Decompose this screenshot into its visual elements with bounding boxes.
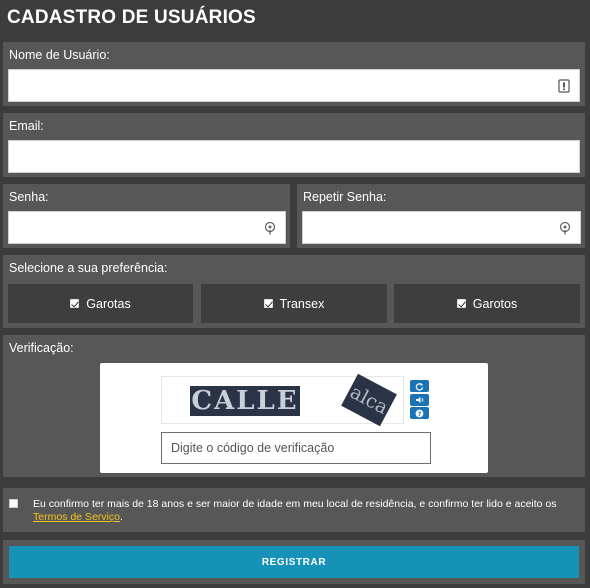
preference-option-label: Garotos (472, 296, 518, 311)
captcha-text: alca (341, 373, 397, 427)
agreement-checkbox[interactable] (9, 499, 18, 508)
verification-label: Verificação: (9, 341, 74, 355)
password-field[interactable] (8, 211, 286, 244)
username-label: Nome de Usuário: (9, 48, 110, 62)
captcha-image: CALLE alca (161, 373, 404, 427)
password-repeat-panel: Repetir Senha: (297, 184, 585, 248)
refresh-icon (415, 382, 424, 391)
captcha-text: CALLE (190, 386, 300, 416)
preference-option-garotos[interactable]: Garotos (394, 284, 580, 323)
captcha-field[interactable] (161, 432, 431, 464)
agreement-text: Eu confirmo ter mais de 18 anos e ser ma… (33, 498, 578, 524)
captcha-audio-button[interactable] (410, 394, 429, 406)
preference-option-label: Garotas (86, 296, 131, 311)
key-icon (559, 221, 571, 234)
agreement-panel: Eu confirmo ter mais de 18 anos e ser ma… (3, 488, 585, 532)
password-repeat-field[interactable] (302, 211, 581, 244)
register-panel: REGISTRAR (3, 540, 585, 584)
captcha-help-button[interactable]: ? (410, 407, 429, 419)
preference-option-transex[interactable]: Transex (201, 284, 387, 323)
captcha-input[interactable] (162, 433, 430, 463)
password-repeat-label: Repetir Senha: (303, 190, 387, 204)
svg-text:?: ? (418, 411, 422, 418)
page-title: CADASTRO DE USUÁRIOS (7, 7, 256, 28)
password-panel: Senha: (3, 184, 290, 248)
email-panel: Email: (3, 113, 585, 177)
preference-label: Selecione a sua preferência: (9, 261, 168, 275)
username-field[interactable] (8, 69, 580, 102)
email-field[interactable] (8, 140, 580, 173)
key-icon (264, 221, 276, 234)
preference-option-label: Transex (279, 296, 325, 311)
contact-card-icon (558, 78, 570, 93)
password-label: Senha: (9, 190, 49, 204)
username-panel: Nome de Usuário: (3, 42, 585, 106)
password-input[interactable] (9, 212, 285, 243)
checkbox[interactable] (263, 299, 273, 308)
register-button[interactable]: REGISTRAR (9, 546, 579, 578)
email-input[interactable] (9, 141, 579, 172)
password-repeat-input[interactable] (303, 212, 580, 243)
captcha-widget: CALLE alca ? (100, 363, 488, 473)
captcha-refresh-button[interactable] (410, 380, 429, 392)
agreement-suffix: . (119, 511, 123, 523)
agreement-statement: Eu confirmo ter mais de 18 anos e ser ma… (33, 498, 557, 510)
terms-of-service-link[interactable]: Termos de Serviço (33, 511, 120, 523)
preference-option-garotas[interactable]: Garotas (8, 284, 193, 323)
help-icon: ? (415, 409, 424, 418)
checkbox[interactable] (70, 299, 80, 308)
email-label: Email: (9, 119, 44, 133)
checkbox[interactable] (456, 299, 466, 308)
username-input[interactable] (9, 70, 579, 101)
audio-icon (415, 397, 423, 403)
